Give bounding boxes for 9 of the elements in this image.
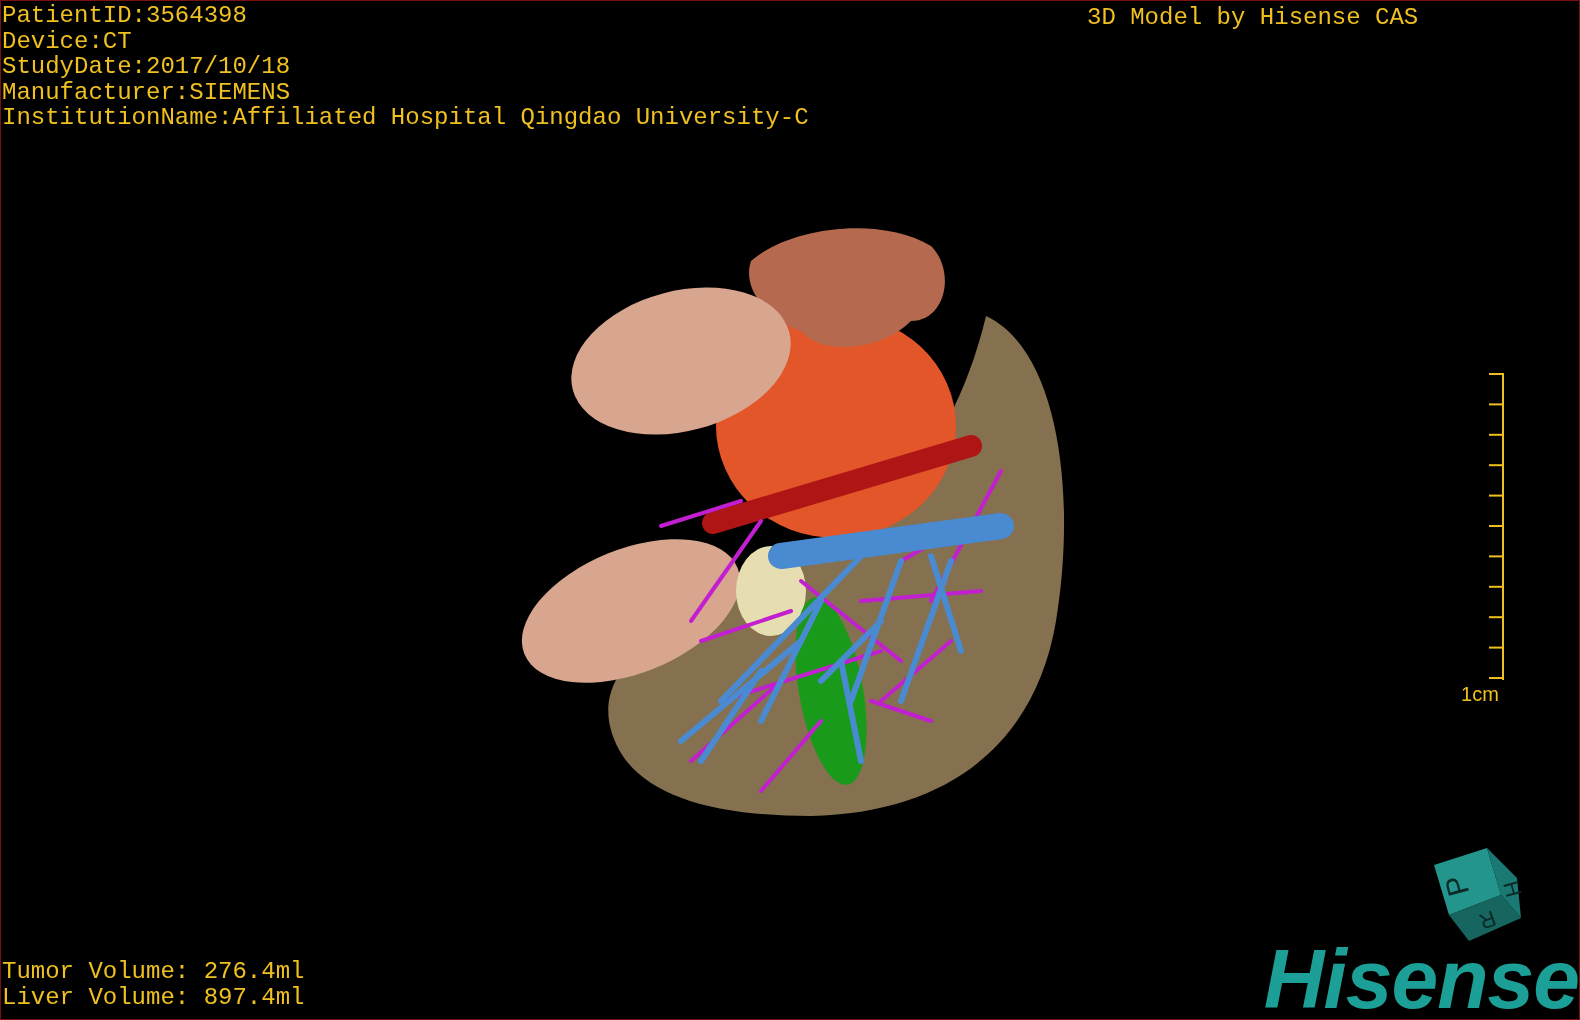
volume-text: Tumor Volume: 276.4ml — [2, 959, 305, 985]
scale-label: 1cm — [1461, 683, 1499, 706]
patient-info-text: InstitutionName:Affiliated Hospital Qingdao University-C — [2, 105, 809, 131]
patient-info-text: Device:CT — [2, 28, 133, 54]
volume-text: Liver Volume: 897.4ml — [2, 984, 305, 1010]
patient-info-text: PatientID:3564398 — [2, 3, 248, 29]
patient-info-text: Manufacturer:SIEMENS — [2, 79, 292, 105]
patient-info-text: StudyDate:2017/10/18 — [2, 54, 292, 80]
model-title-text: 3D Model by Hisense CAS — [1087, 5, 1419, 31]
